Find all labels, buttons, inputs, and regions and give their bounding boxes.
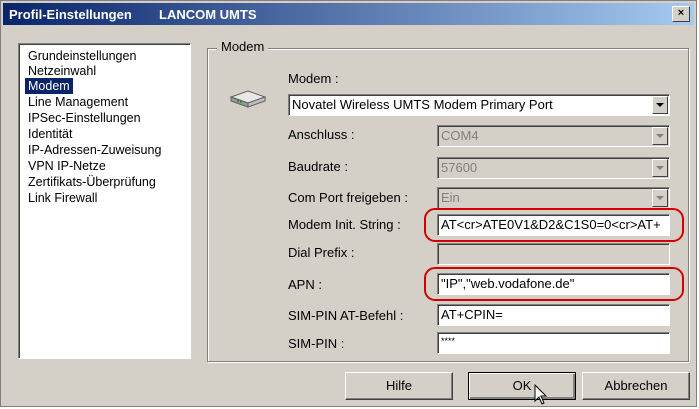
baudrate-select[interactable]: 57600 bbox=[437, 157, 670, 179]
init-string-label: Modem Init. String : bbox=[288, 217, 401, 232]
chevron-down-icon bbox=[656, 134, 664, 138]
init-string-input[interactable]: AT<cr>ATE0V1&D2&C1S0=0<cr>AT+ bbox=[437, 214, 670, 236]
title-bar[interactable]: Profil-Einstellungen LANCOM UMTS × bbox=[3, 3, 694, 25]
apn-input[interactable]: "IP","web.vodafone.de" bbox=[437, 273, 670, 295]
modem-select-value: Novatel Wireless UMTS Modem Primary Port bbox=[292, 97, 553, 112]
comport-value: Ein bbox=[441, 190, 460, 205]
baudrate-value: 57600 bbox=[441, 160, 478, 175]
sim-pin-label: SIM-PIN : bbox=[288, 336, 345, 351]
sidebar-item-vpn-ip-netze[interactable]: VPN IP-Netze bbox=[25, 158, 109, 174]
sidebar-item-ipsec[interactable]: IPSec-Einstellungen bbox=[25, 110, 144, 126]
help-button[interactable]: Hilfe bbox=[345, 372, 453, 400]
anschluss-select[interactable]: COM4 bbox=[437, 125, 670, 147]
dial-prefix-label: Dial Prefix : bbox=[288, 245, 355, 260]
modem-label: Modem : bbox=[288, 71, 339, 86]
window-title: Profil-Einstellungen bbox=[9, 7, 132, 22]
cancel-button[interactable]: Abbrechen bbox=[582, 372, 690, 400]
sidebar-item-link-firewall[interactable]: Link Firewall bbox=[25, 190, 100, 206]
apn-label: APN : bbox=[288, 277, 322, 292]
sidebar-item-netzeinwahl[interactable]: Netzeinwahl bbox=[25, 63, 99, 79]
close-button[interactable]: × bbox=[672, 6, 690, 22]
anschluss-dropdown-button[interactable] bbox=[652, 127, 668, 145]
dial-prefix-input[interactable] bbox=[437, 243, 670, 265]
category-list[interactable]: Grundeinstellungen Netzeinwahl Modem Lin… bbox=[18, 43, 191, 359]
sidebar-item-identitaet[interactable]: Identität bbox=[25, 126, 75, 142]
modem-dropdown-button[interactable] bbox=[652, 96, 668, 114]
baudrate-label: Baudrate : bbox=[288, 159, 348, 174]
sim-pin-input[interactable]: **** bbox=[437, 332, 670, 354]
sidebar-item-zertifikats[interactable]: Zertifikats-Überprüfung bbox=[25, 174, 159, 190]
mouse-cursor-icon bbox=[534, 384, 548, 405]
comport-label: Com Port freigeben : bbox=[288, 190, 408, 205]
sim-at-input[interactable]: AT+CPIN= bbox=[437, 304, 670, 326]
modem-icon bbox=[229, 90, 267, 108]
profile-settings-dialog: Profil-Einstellungen LANCOM UMTS × Grund… bbox=[0, 0, 697, 407]
comport-select[interactable]: Ein bbox=[437, 187, 670, 209]
sidebar-item-line-management[interactable]: Line Management bbox=[25, 94, 131, 110]
anschluss-value: COM4 bbox=[441, 128, 479, 143]
chevron-down-icon bbox=[656, 196, 664, 200]
chevron-down-icon bbox=[656, 166, 664, 170]
sidebar-item-ip-adressen[interactable]: IP-Adressen-Zuweisung bbox=[25, 142, 164, 158]
window-subtitle: LANCOM UMTS bbox=[159, 7, 257, 22]
sidebar-item-modem[interactable]: Modem bbox=[25, 78, 73, 94]
anschluss-label: Anschluss : bbox=[288, 127, 355, 142]
modem-select[interactable]: Novatel Wireless UMTS Modem Primary Port bbox=[288, 94, 670, 116]
sidebar-item-grundeinstellungen[interactable]: Grundeinstellungen bbox=[25, 48, 139, 64]
sim-at-label: SIM-PIN AT-Befehl : bbox=[288, 308, 404, 323]
comport-dropdown-button[interactable] bbox=[652, 189, 668, 207]
baudrate-dropdown-button[interactable] bbox=[652, 159, 668, 177]
ok-button[interactable]: OK bbox=[468, 372, 576, 400]
chevron-down-icon bbox=[656, 103, 664, 107]
groupbox-title: Modem bbox=[217, 39, 269, 54]
